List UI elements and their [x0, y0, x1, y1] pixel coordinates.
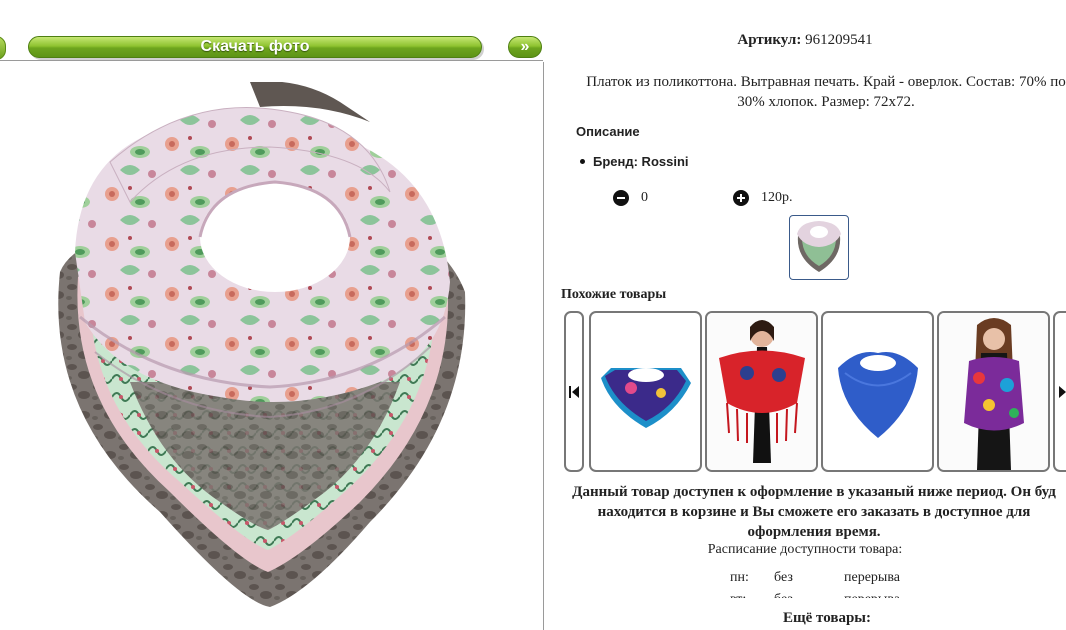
sku-value: 961209541: [805, 32, 873, 48]
price-value: 120р.: [761, 190, 793, 206]
product-photo-scarf[interactable]: [40, 82, 480, 612]
similar-item-image-1: [601, 368, 691, 428]
minus-circle-icon[interactable]: [613, 190, 629, 206]
availability-notice: Данный товар доступен к оформление в ука…: [544, 482, 1066, 542]
more-products-title: Ещё товары:: [782, 610, 872, 626]
notice-line-1: Данный товар доступен к оформление в ука…: [572, 484, 1056, 500]
next-photo-button[interactable]: »: [508, 36, 542, 58]
description-line-2: 30% хлопок. Размер: 72x72.: [737, 94, 915, 110]
quantity-value: 0: [641, 190, 648, 206]
description-section-title: Описание: [576, 124, 640, 139]
similar-item-image-3: [838, 352, 918, 438]
download-photo-button[interactable]: Скачать фото: [28, 36, 482, 58]
similar-item-1[interactable]: [589, 311, 702, 472]
schedule-title: Расписание доступности товара:: [707, 542, 903, 557]
schedule-to-1: перерыва: [844, 570, 900, 585]
carousel-prev-button[interactable]: [564, 311, 584, 472]
skip-back-icon: [569, 386, 579, 398]
notice-line-2: находится в корзине и Вы сможете его зак…: [597, 504, 1031, 520]
product-thumbnail[interactable]: [789, 215, 849, 280]
product-info-panel: Артикул: 961209541 Платок из поликоттона…: [544, 0, 1066, 630]
prev-photo-button[interactable]: [0, 36, 6, 60]
skip-forward-icon: [1059, 386, 1066, 398]
similar-item-image-4: [939, 313, 1048, 470]
thumbnail-scarf-image: [797, 221, 841, 272]
sku-row: Артикул: 961209541: [544, 32, 1066, 49]
bullet-icon: [580, 159, 585, 165]
carousel-next-button[interactable]: [1053, 311, 1066, 472]
plus-circle-icon[interactable]: [733, 190, 749, 206]
photo-toolbar-divider: [0, 60, 543, 61]
schedule-day-1: пн:: [730, 570, 749, 585]
sku-label: Артикул:: [737, 32, 802, 48]
similar-item-3[interactable]: [821, 311, 934, 472]
photo-panel: Скачать фото »: [0, 0, 543, 630]
similar-item-4[interactable]: [937, 311, 1050, 472]
similar-item-2[interactable]: [705, 311, 818, 472]
schedule-scroll-clip: [544, 598, 1066, 610]
description-line-1: Платок из поликоттона. Вытравная печать.…: [586, 74, 1066, 90]
brand-label: Бренд: Rossini: [593, 154, 689, 169]
product-description: Платок из поликоттона. Вытравная печать.…: [556, 72, 1066, 112]
similar-products-title: Похожие товары: [561, 287, 667, 302]
similar-item-image-2: [707, 313, 816, 470]
quantity-control: 0: [613, 190, 648, 206]
notice-line-3: оформления время.: [747, 524, 881, 540]
schedule-from-1: без: [774, 570, 793, 585]
price-control: 120р.: [733, 190, 793, 206]
brand-list-item: Бренд: Rossini: [580, 154, 689, 169]
